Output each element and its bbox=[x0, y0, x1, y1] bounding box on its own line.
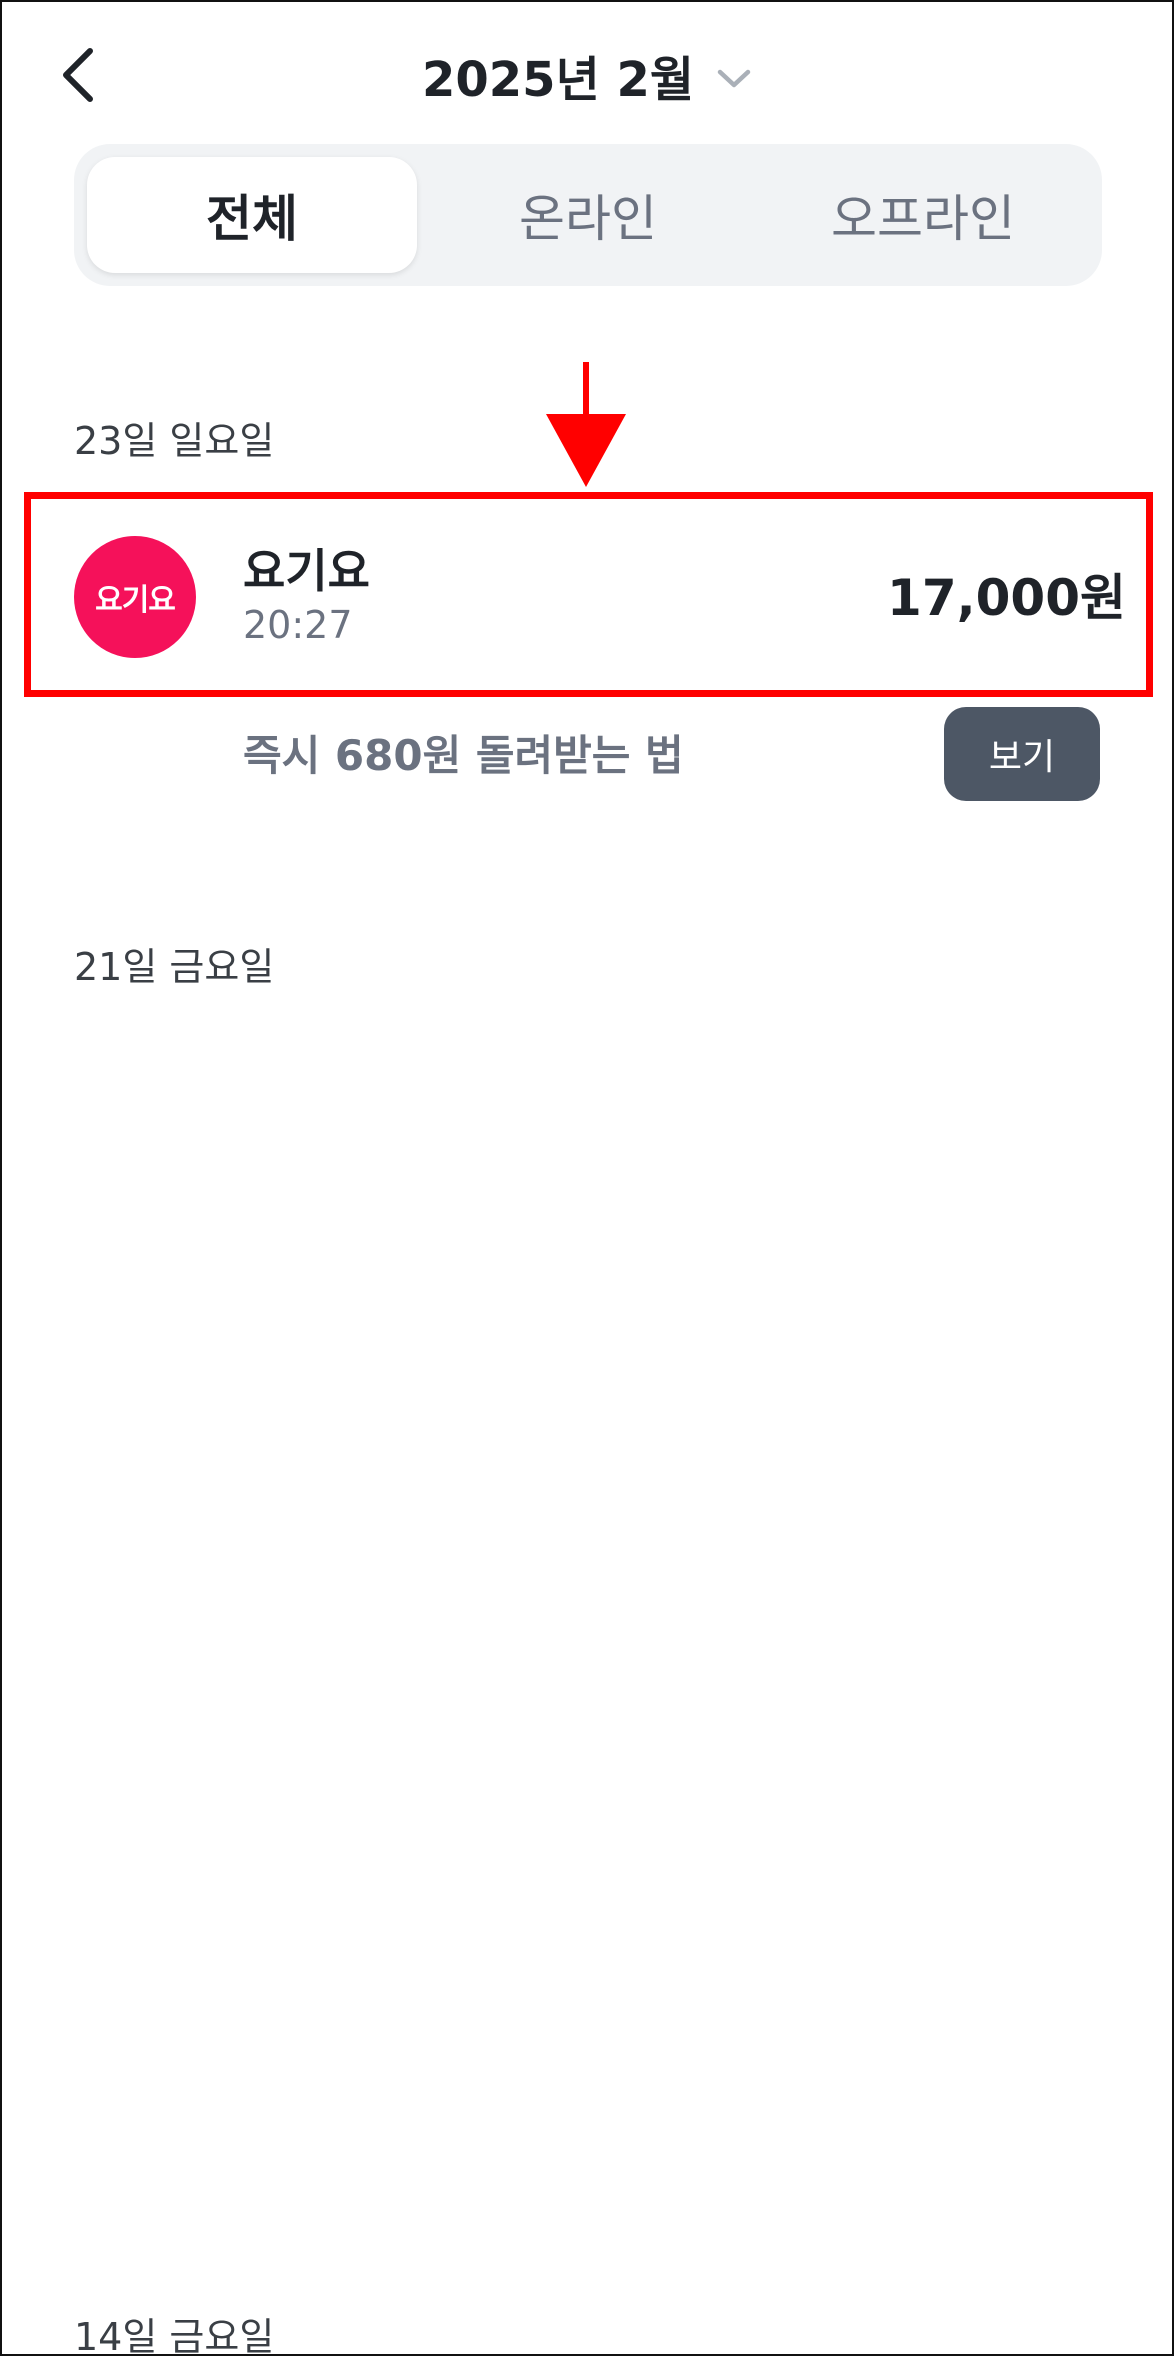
date-header: 23일 일요일 bbox=[74, 419, 275, 463]
merchant-logo: 요기요 bbox=[74, 536, 196, 658]
tab-offline[interactable]: 오프라인 bbox=[758, 157, 1088, 273]
filter-tabs: 전체 온라인 오프라인 bbox=[74, 144, 1102, 286]
transaction-amount: 17,000원 bbox=[887, 569, 1126, 627]
transaction-time: 20:27 bbox=[243, 603, 353, 647]
transaction-row[interactable]: 요기요 요기요 20:27 17,000원 bbox=[31, 499, 1146, 690]
cashback-promo-text: 즉시 680원 돌려받는 법 bbox=[243, 731, 684, 780]
date-header: 21일 금요일 bbox=[74, 945, 275, 989]
page-title: 2025년 2월 bbox=[421, 52, 695, 108]
annotation-arrow-icon bbox=[546, 362, 626, 487]
header: 2025년 2월 bbox=[0, 0, 1174, 140]
view-button[interactable]: 보기 bbox=[944, 707, 1100, 801]
month-selector[interactable]: 2025년 2월 bbox=[0, 40, 1174, 110]
tab-all[interactable]: 전체 bbox=[87, 157, 417, 273]
merchant-name: 요기요 bbox=[243, 544, 370, 598]
chevron-down-icon bbox=[716, 60, 752, 90]
tab-online[interactable]: 온라인 bbox=[423, 157, 753, 273]
date-header: 14일 금요일 bbox=[74, 2315, 275, 2359]
screen-frame bbox=[0, 0, 1174, 2356]
